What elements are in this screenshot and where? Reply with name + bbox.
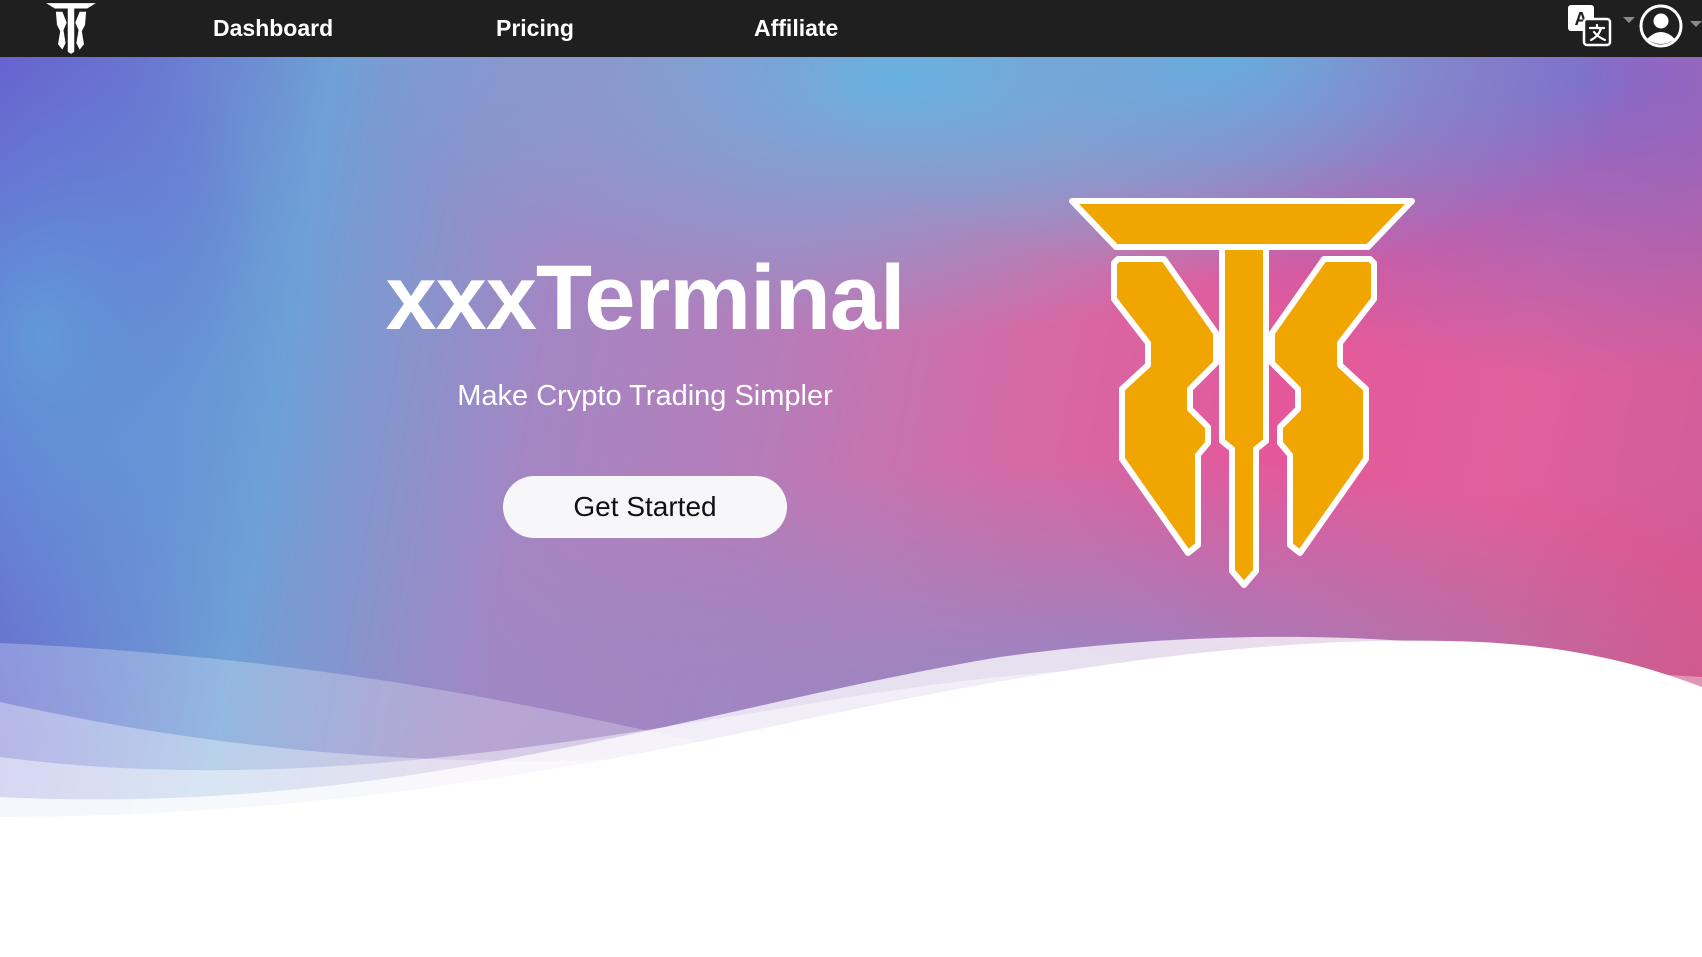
nav-link-pricing[interactable]: Pricing <box>496 15 574 42</box>
nav-link-dashboard[interactable]: Dashboard <box>213 15 333 42</box>
page: Dashboard Pricing Affiliate A xxxTermina… <box>0 0 1702 957</box>
hero-brand-logo-icon <box>1068 193 1420 601</box>
user-chevron-down-icon <box>1690 21 1702 27</box>
user-account-button[interactable] <box>1638 3 1684 49</box>
hero-section: xxxTerminal Make Crypto Trading Simpler … <box>0 57 1702 957</box>
hero-wave-decoration <box>0 636 1702 957</box>
language-selector-button[interactable]: A <box>1566 3 1616 49</box>
language-chevron-down-icon <box>1623 17 1635 23</box>
nav-link-affiliate[interactable]: Affiliate <box>754 15 838 42</box>
user-account-icon <box>1639 4 1683 48</box>
brand-logo-icon[interactable] <box>44 1 98 55</box>
translate-icon: A <box>1568 5 1612 47</box>
top-nav: Dashboard Pricing Affiliate A <box>0 0 1702 57</box>
get-started-button[interactable]: Get Started <box>503 476 787 538</box>
